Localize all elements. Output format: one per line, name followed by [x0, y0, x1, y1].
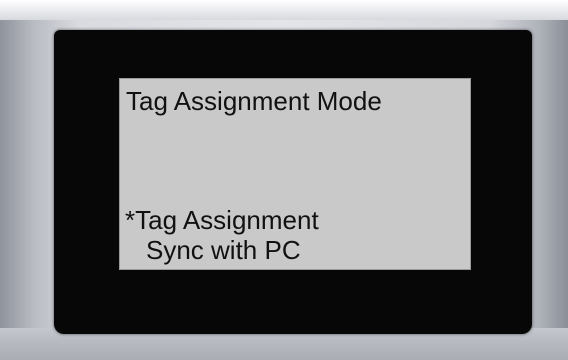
- screen-title: Tag Assignment Mode: [126, 86, 382, 116]
- menu-item-sync-with-pc[interactable]: Sync with PC: [146, 236, 301, 264]
- device-top-edge: [0, 0, 568, 20]
- menu-item-tag-assignment[interactable]: *Tag Assignment: [125, 206, 319, 234]
- lcd-screen: Tag Assignment Mode *Tag Assignment Sync…: [119, 78, 471, 270]
